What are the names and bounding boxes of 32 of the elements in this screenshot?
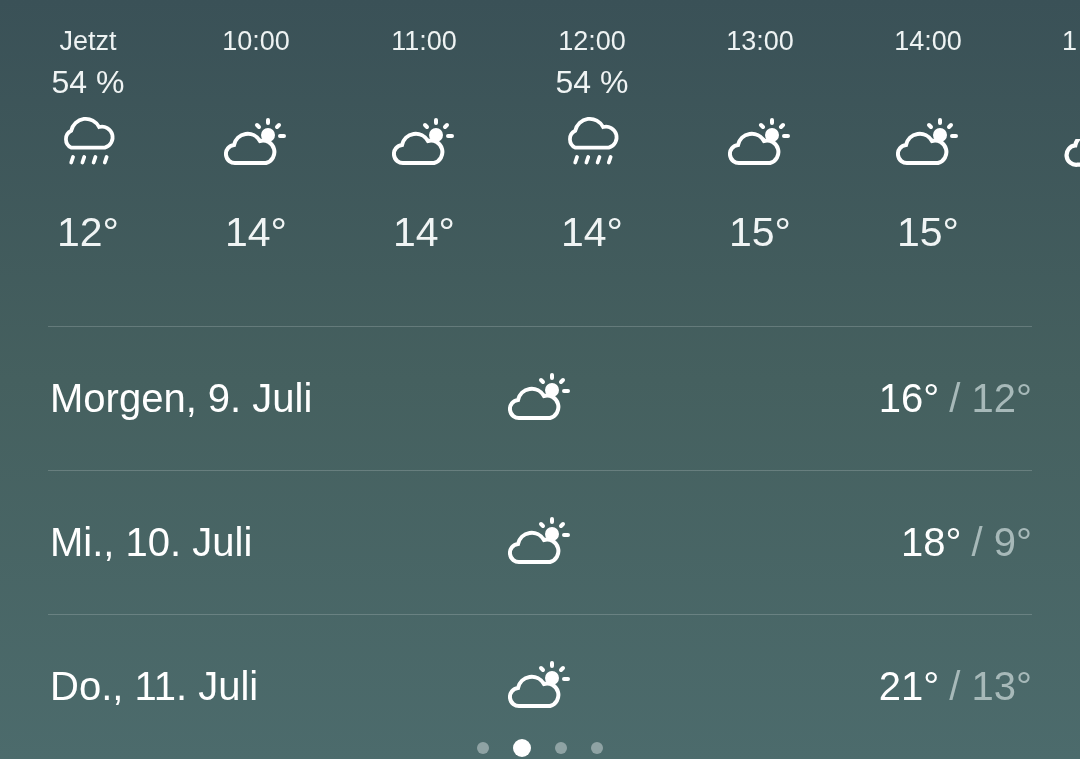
hour-temperature: 15° (897, 208, 959, 256)
day-label: Mi., 10. Juli (49, 520, 254, 565)
day-label: Do., 11. Juli (49, 664, 260, 709)
hour-temperature: 14° (561, 208, 623, 256)
hour-temperature: 14° (225, 208, 287, 256)
precipitation-chance: 54 % (555, 63, 629, 102)
hour-temperature: 15° (729, 208, 791, 256)
high-temperature: 16° (878, 376, 940, 421)
hour-time: 1 (1062, 25, 1078, 58)
high-temperature: 21° (878, 664, 940, 709)
low-temperature: / 9° (971, 520, 1032, 565)
partly-cloudy-icon (508, 659, 572, 710)
precipitation-chance: 54 % (51, 63, 125, 102)
hour-time: 12:00 (558, 25, 626, 58)
low-temperature: / 13° (949, 664, 1032, 709)
hour-temperature: 14° (393, 208, 455, 256)
partly-cloudy-icon (508, 515, 572, 566)
page-indicator-dot[interactable] (591, 742, 603, 754)
hour-time: 11:00 (391, 25, 457, 58)
partly-cloudy-icon (508, 371, 572, 422)
hour-time: Jetzt (59, 25, 117, 58)
page-indicator-dot[interactable] (555, 742, 567, 754)
day-label: Morgen, 9. Juli (49, 376, 314, 421)
hour-time: 10:00 (222, 25, 290, 58)
hour-time: 13:00 (726, 25, 794, 58)
hour-time: 14:00 (894, 25, 962, 58)
partly-cloudy-icon (1064, 139, 1080, 169)
page-indicator-dot[interactable] (477, 742, 489, 754)
high-temperature: 18° (901, 520, 962, 565)
page-indicator-dot[interactable] (513, 739, 531, 757)
hour-temperature: 12° (57, 208, 119, 256)
low-temperature: / 12° (949, 376, 1032, 421)
